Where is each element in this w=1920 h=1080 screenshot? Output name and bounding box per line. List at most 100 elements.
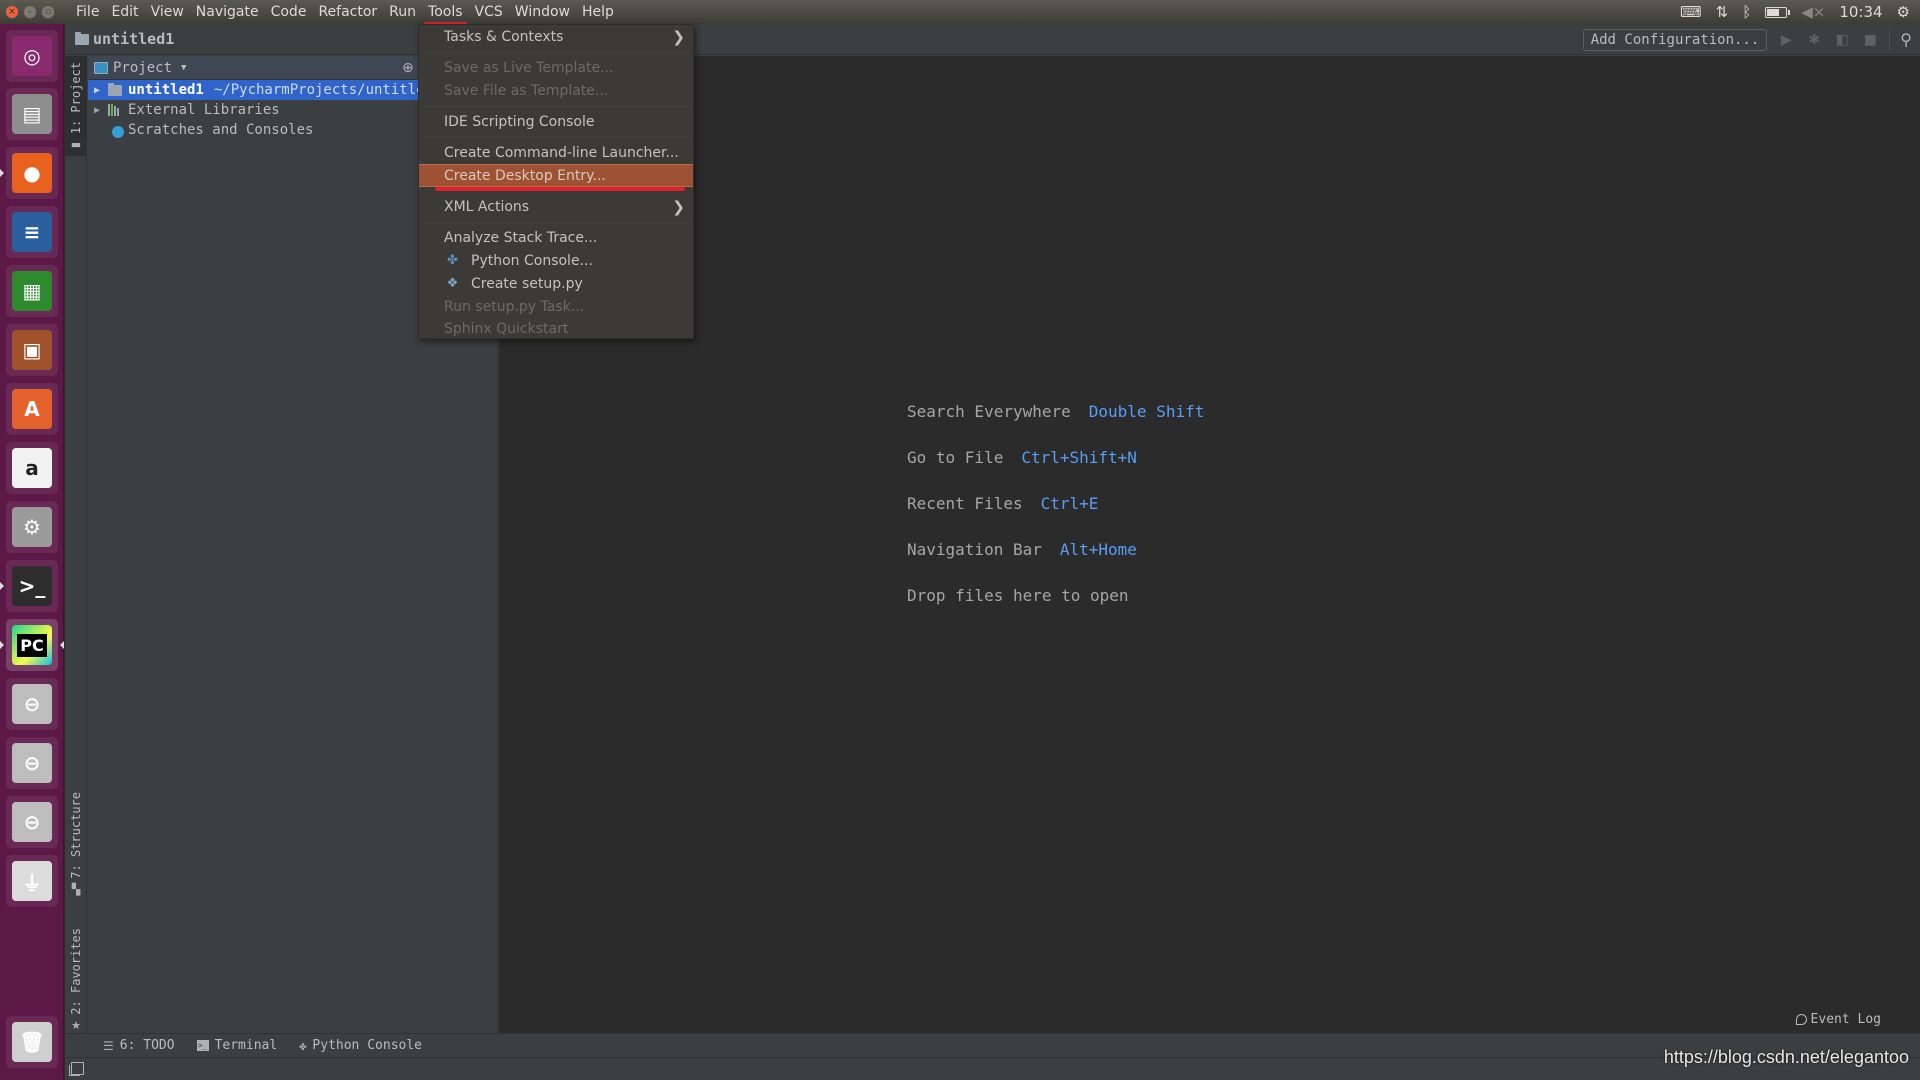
clock[interactable]: 10:34 [1839,0,1882,24]
launcher-item-libreoffice-impress[interactable]: ▣ [6,324,58,376]
system-indicators: ⌨ ⇅ ᛒ ◀× 10:34 ⚙ [1680,0,1920,24]
editor-empty-hints: Search Everywhere Double Shift Go to Fil… [907,402,1204,632]
menu-item-save-live-template[interactable]: Save as Live Template... [419,56,693,79]
launcher-item-usb-drive[interactable]: ⏚ [6,855,58,907]
tool-windows-toggle-icon[interactable] [69,1062,84,1076]
menu-item-create-desktop-entry[interactable]: Create Desktop Entry... [419,164,693,187]
close-window-button[interactable]: × [5,5,19,19]
menu-item-tasks-contexts[interactable]: Tasks & Contexts ❯ [419,25,693,48]
menu-item-analyze-stack-trace[interactable]: Analyze Stack Trace... [419,226,693,249]
keyboard-icon[interactable]: ⌨ [1680,0,1702,24]
launcher-item-files[interactable]: ▤ [6,88,58,140]
menu-edit[interactable]: Edit [105,0,144,24]
search-icon[interactable]: ⚲ [1900,30,1912,49]
launcher-item-drive-2[interactable]: ⊖ [6,737,58,789]
run-with-coverage-icon[interactable]: ◧ [1833,32,1851,48]
debug-icon[interactable]: ✱ [1805,32,1823,48]
tab-structure[interactable]: 7: Structure ▚ [65,792,87,896]
menu-item-label: Python Console... [471,252,593,269]
menu-file[interactable]: File [70,0,105,24]
menu-vcs[interactable]: VCS [469,0,509,24]
event-log-label: Event Log [1810,1012,1881,1027]
launcher-item-ubuntu-dash[interactable]: ◎ [6,30,58,82]
watermark: https://blog.csdn.net/elegantoo [1663,1047,1909,1067]
tab-todo[interactable]: ☰ 6: TODO [103,1038,175,1053]
menu-item-label: Save as Live Template... [444,59,614,76]
tab-project[interactable]: 1: Project ▬ [65,56,87,156]
menu-item-python-console[interactable]: ✤ Python Console... [419,249,693,272]
menu-item-xml-actions[interactable]: XML Actions ❯ [419,195,693,218]
launcher-item-system-settings[interactable]: ⚙ [6,501,58,553]
breadcrumb[interactable]: untitled1 [65,30,174,48]
tab-terminal[interactable]: >_ Terminal [196,1038,277,1053]
bottom-tool-bar: ☰ 6: TODO >_ Terminal ✤ Python Console [65,1033,1920,1057]
menu-item-label: XML Actions [444,198,530,215]
menu-item-label: Create setup.py [471,275,583,292]
tab-python-console-label: Python Console [312,1038,422,1053]
launcher-item-trash[interactable]: 🗑 [6,1016,58,1068]
menu-item-create-command-line-launcher[interactable]: Create Command-line Launcher... [419,141,693,164]
menu-separator [423,137,689,138]
menu-tools[interactable]: Tools [422,0,469,25]
menu-window[interactable]: Window [509,0,576,24]
menu-item-label: Create Command-line Launcher... [444,144,679,161]
launcher-item-libreoffice-writer[interactable]: ≡ [6,206,58,258]
launcher-item-drive-3[interactable]: ⊖ [6,796,58,848]
tab-python-console[interactable]: ✤ Python Console [299,1038,422,1053]
event-log-button[interactable]: Event Log [1795,1012,1881,1027]
hint-action: Drop files here to open [907,586,1129,605]
libreoffice-impress-icon: ▣ [12,330,52,370]
menu-item-run-setup-py-task[interactable]: Run setup.py Task... [419,295,693,318]
expand-arrow-icon[interactable]: ▶ [94,105,108,116]
python-icon: ✤ [299,1038,307,1053]
navigation-bar: untitled1 Add Configuration... ▶ ✱ ◧ ■ ⚲ [65,24,1920,55]
menu-item-ide-scripting-console[interactable]: IDE Scripting Console [419,110,693,133]
network-icon[interactable]: ⇅ [1716,0,1729,24]
gear-icon[interactable]: ⚙ [1897,0,1910,24]
stop-icon[interactable]: ■ [1861,32,1879,48]
bluetooth-icon[interactable]: ᛒ [1742,0,1751,24]
editor-area[interactable]: Search Everywhere Double Shift Go to Fil… [499,56,1920,1056]
left-tool-strip: 1: Project ▬ 7: Structure ▚ 2: Favorites… [65,56,87,1056]
hint-go-to-file: Go to File Ctrl+Shift+N [907,448,1204,494]
menu-item-create-setup-py[interactable]: ❖ Create setup.py [419,272,693,295]
drive-1-icon: ⊖ [12,684,52,724]
drive-2-icon: ⊖ [12,743,52,783]
pycharm-icon: PC [12,625,52,665]
folder-icon [75,31,89,45]
menu-navigate[interactable]: Navigate [190,0,265,24]
maximize-window-button[interactable]: ▫ [41,5,55,19]
menu-help[interactable]: Help [576,0,620,24]
menu-item-save-file-template[interactable]: Save File as Template... [419,79,693,102]
battery-icon[interactable] [1765,0,1791,24]
chevron-right-icon: ❯ [672,27,685,46]
menu-code[interactable]: Code [265,0,313,24]
project-view-selector[interactable]: Project ▼ [94,60,186,76]
tab-favorites-label: 2: Favorites [69,928,83,1015]
volume-muted-icon[interactable]: ◀× [1801,0,1825,24]
expand-arrow-icon[interactable]: ▶ [94,85,108,96]
launcher-item-libreoffice-calc[interactable]: ▦ [6,265,58,317]
folder-icon: ▬ [70,138,82,152]
running-indicator [0,169,4,177]
launcher-item-terminal[interactable]: >_ [6,560,58,612]
menu-run[interactable]: Run [383,0,422,24]
minimize-window-button[interactable]: – [23,5,37,19]
menu-view[interactable]: View [145,0,190,24]
drive-3-icon: ⊖ [12,802,52,842]
setup-py-icon: ❖ [446,276,459,291]
launcher-item-amazon[interactable]: a [6,442,58,494]
locate-icon[interactable]: ⊕ [402,60,414,76]
launcher-item-pycharm[interactable]: PC [6,619,58,671]
menu-refactor[interactable]: Refactor [312,0,383,24]
software-center-icon: A [12,389,52,429]
launcher-item-firefox[interactable]: ● [6,147,58,199]
tab-favorites[interactable]: 2: Favorites ★ [65,928,87,1043]
hint-navigation-bar: Navigation Bar Alt+Home [907,540,1204,586]
breadcrumb-project: untitled1 [93,30,175,48]
add-configuration-button[interactable]: Add Configuration... [1582,28,1768,51]
menu-item-sphinx-quickstart[interactable]: Sphinx Quickstart [419,317,693,340]
run-icon[interactable]: ▶ [1777,32,1795,48]
launcher-item-software-center[interactable]: A [6,383,58,435]
launcher-item-drive-1[interactable]: ⊖ [6,678,58,730]
